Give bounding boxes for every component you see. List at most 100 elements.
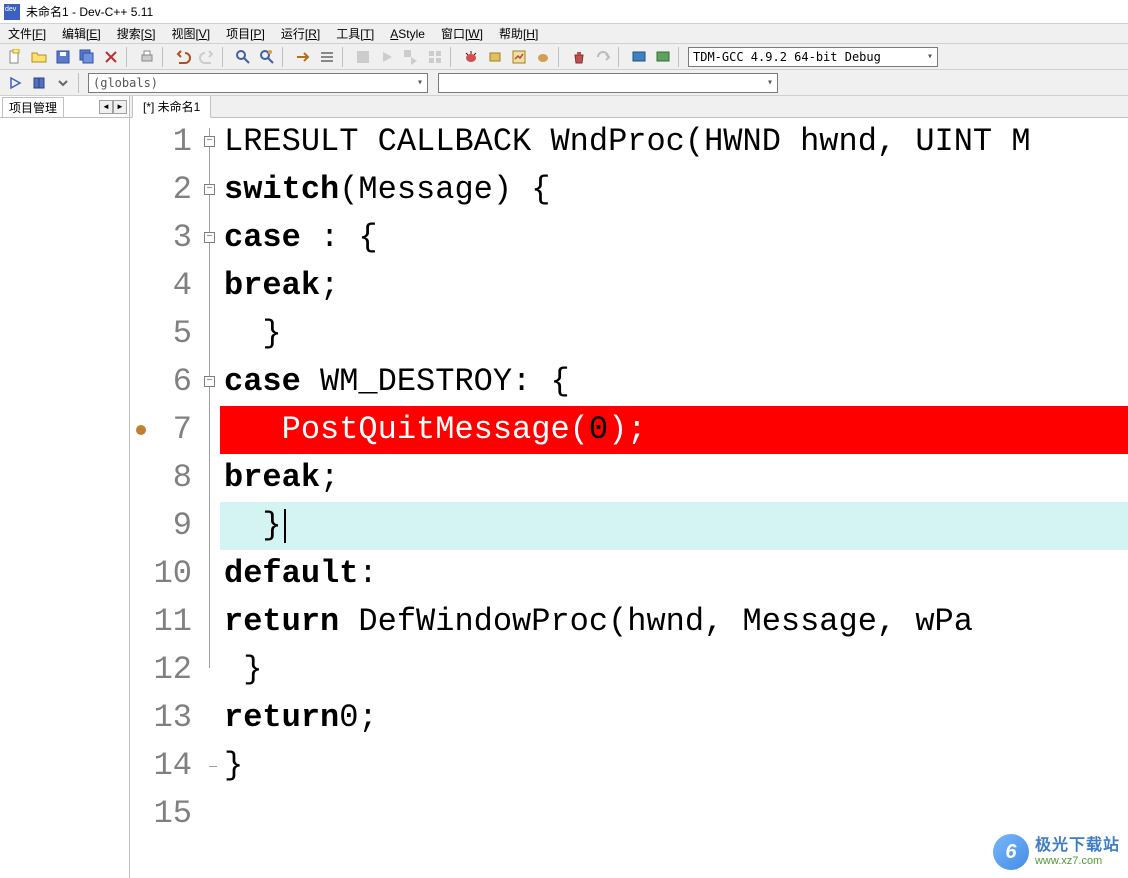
menu-h[interactable]: 帮助[H]: [495, 24, 542, 43]
code-line[interactable]: break;: [220, 262, 1128, 310]
gutter-line[interactable]: 11: [130, 598, 192, 646]
separator: [558, 47, 564, 67]
sidebar: 项目管理 ◄ ►: [0, 96, 130, 878]
profile-button[interactable]: [508, 46, 530, 68]
code-line[interactable]: case WM_DESTROY: {: [220, 358, 1128, 406]
menu-s[interactable]: 搜索[S]: [113, 24, 160, 43]
close-button[interactable]: [100, 46, 122, 68]
new-file-button[interactable]: [4, 46, 26, 68]
fold-column[interactable]: − − − −: [200, 118, 220, 878]
run-button[interactable]: [376, 46, 398, 68]
code-line[interactable]: case : {: [220, 214, 1128, 262]
menu-w[interactable]: 窗口[W]: [437, 24, 487, 43]
gutter-line[interactable]: 6: [130, 358, 192, 406]
debug-bug-button[interactable]: [532, 46, 554, 68]
save-all-button[interactable]: [76, 46, 98, 68]
menu-p[interactable]: 项目[P]: [222, 24, 269, 43]
menu-f[interactable]: 文件[F]: [4, 24, 50, 43]
separator: [162, 47, 168, 67]
separator: [342, 47, 348, 67]
code-line[interactable]: return DefWindowProc(hwnd, Message, wPa: [220, 598, 1128, 646]
menu-r[interactable]: 运行[R]: [277, 24, 324, 43]
separator: [78, 73, 84, 93]
gutter-line[interactable]: 3: [130, 214, 192, 262]
code-line[interactable]: [220, 790, 1128, 838]
gutter-line[interactable]: 14: [130, 742, 192, 790]
gutter-line[interactable]: 15: [130, 790, 192, 838]
menu-e[interactable]: 编辑[E]: [58, 24, 105, 43]
gutter-line[interactable]: 5: [130, 310, 192, 358]
compile-run-button[interactable]: [400, 46, 422, 68]
clean-button[interactable]: [568, 46, 590, 68]
chevron-down-button[interactable]: [52, 72, 74, 94]
gutter-line[interactable]: 7: [130, 406, 192, 454]
globals-select-value: (globals): [93, 76, 158, 90]
code-line[interactable]: default:: [220, 550, 1128, 598]
editor-tabs: [*] 未命名1: [130, 96, 1128, 118]
menu-v[interactable]: 视图[V]: [167, 24, 214, 43]
fold-toggle[interactable]: −: [204, 136, 215, 147]
fold-toggle[interactable]: −: [204, 232, 215, 243]
gutter-line[interactable]: 1: [130, 118, 192, 166]
debug-button[interactable]: [460, 46, 482, 68]
gutter-line[interactable]: 8: [130, 454, 192, 502]
window-title: 未命名1 - Dev-C++ 5.11: [26, 3, 153, 20]
print-button[interactable]: [136, 46, 158, 68]
code-line[interactable]: }: [220, 646, 1128, 694]
code-line[interactable]: PostQuitMessage(0);: [220, 406, 1128, 454]
screen1-button[interactable]: [628, 46, 650, 68]
separator: [222, 47, 228, 67]
gutter-line[interactable]: 12: [130, 646, 192, 694]
run-small-button[interactable]: [4, 72, 26, 94]
sidebar-prev-button[interactable]: ◄: [99, 100, 113, 114]
editor-pane: [*] 未命名1 123456789101112131415 −−−− LRES…: [130, 96, 1128, 878]
code-line[interactable]: }: [220, 502, 1128, 550]
code-line[interactable]: break;: [220, 454, 1128, 502]
compiler-select-value: TDM-GCC 4.9.2 64-bit Debug: [693, 50, 881, 64]
code-line[interactable]: }: [220, 310, 1128, 358]
redo-button[interactable]: [196, 46, 218, 68]
open-file-button[interactable]: [28, 46, 50, 68]
toolbar-row-2: (globals): [0, 70, 1128, 96]
functions-select[interactable]: [438, 73, 778, 93]
rebuild-button[interactable]: [424, 46, 446, 68]
book-button[interactable]: [28, 72, 50, 94]
save-button[interactable]: [52, 46, 74, 68]
gutter-line[interactable]: 4: [130, 262, 192, 310]
bookmark-toggle-button[interactable]: [316, 46, 338, 68]
gutter-line[interactable]: 2: [130, 166, 192, 214]
goto-button[interactable]: [292, 46, 314, 68]
menu-t[interactable]: 工具[T]: [332, 24, 378, 43]
fold-toggle[interactable]: −: [204, 376, 215, 387]
separator: [678, 47, 684, 67]
gutter-line[interactable]: 9: [130, 502, 192, 550]
code-lines[interactable]: LRESULT CALLBACK WndProc(HWND hwnd, UINT…: [220, 118, 1128, 878]
fold-toggle[interactable]: −: [204, 184, 215, 195]
app-icon: [4, 4, 20, 20]
editor-tab-active[interactable]: [*] 未命名1: [132, 96, 211, 118]
step-over-button[interactable]: [592, 46, 614, 68]
compile-button[interactable]: [352, 46, 374, 68]
compiler-select[interactable]: TDM-GCC 4.9.2 64-bit Debug: [688, 47, 938, 67]
gutter-line[interactable]: 10: [130, 550, 192, 598]
code-area[interactable]: 123456789101112131415 −−−− LRESULT CALLB…: [130, 118, 1128, 878]
sidebar-next-button[interactable]: ►: [113, 100, 127, 114]
sidebar-tab-project[interactable]: 项目管理: [2, 97, 64, 117]
code-line[interactable]: LRESULT CALLBACK WndProc(HWND hwnd, UINT…: [220, 118, 1128, 166]
find-button[interactable]: [232, 46, 254, 68]
gutter-line[interactable]: 13: [130, 694, 192, 742]
stop-debug-button[interactable]: [484, 46, 506, 68]
code-line[interactable]: }: [220, 742, 1128, 790]
breakpoint-icon[interactable]: [136, 425, 146, 435]
content-area: 项目管理 ◄ ► [*] 未命名1 123456789101112131415 …: [0, 96, 1128, 878]
text-cursor: [284, 509, 286, 543]
replace-button[interactable]: [256, 46, 278, 68]
screen2-button[interactable]: [652, 46, 674, 68]
code-line[interactable]: switch(Message) {: [220, 166, 1128, 214]
code-line[interactable]: return 0;: [220, 694, 1128, 742]
separator: [618, 47, 624, 67]
gutter[interactable]: 123456789101112131415: [130, 118, 200, 878]
undo-button[interactable]: [172, 46, 194, 68]
globals-select[interactable]: (globals): [88, 73, 428, 93]
menu-astyle[interactable]: AStyle: [386, 26, 429, 42]
